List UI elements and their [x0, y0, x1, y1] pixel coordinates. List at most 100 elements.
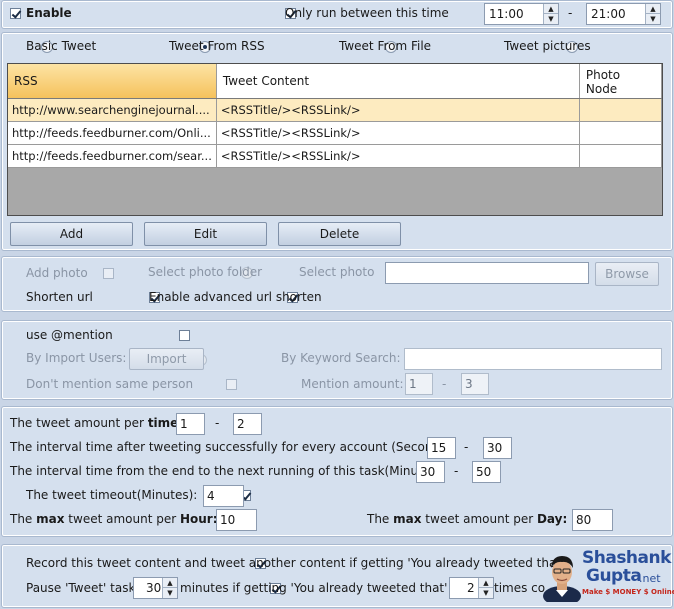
cell-content: <RSSTitle/><RSSLink/> [216, 98, 580, 122]
dont-mention-same-label: Don't mention same person [26, 377, 194, 391]
down-arrow-icon[interactable]: ▼ [544, 14, 558, 24]
amount-per-time-dash: - [215, 416, 220, 430]
max-day-pre: The [367, 512, 394, 526]
pause-label: Pause 'Tweet' task [26, 581, 136, 595]
mention-amount-max[interactable]: 3 [461, 373, 489, 395]
enable-checkbox[interactable] [10, 8, 21, 19]
up-arrow-icon[interactable]: ▲ [479, 578, 493, 588]
down-arrow-icon[interactable]: ▼ [163, 588, 177, 598]
watermark-suffix: .net [639, 572, 661, 585]
table-row[interactable]: http://www.searchenginejournal.... <RSST… [8, 98, 663, 122]
watermark-tagline: Make $ MONEY $ Online [582, 588, 674, 596]
end-time-value: 21:00 [591, 7, 626, 21]
up-arrow-icon[interactable]: ▲ [646, 4, 660, 14]
radio-select-photo-folder-label: Select photo folder [148, 265, 263, 279]
column-header-tweet-content[interactable]: Tweet Content [216, 64, 580, 99]
max-day-mid: tweet amount per [421, 512, 537, 526]
dont-mention-same-checkbox[interactable] [225, 379, 237, 390]
max-day-bold: max [393, 512, 422, 526]
radio-basic-tweet-label: Basic Tweet [26, 39, 97, 53]
radio-tweet-from-rss-label: Tweet From RSS [169, 39, 265, 53]
interval-success-min[interactable]: 15 [427, 437, 456, 459]
use-mention-checkbox[interactable] [179, 330, 191, 341]
watermark-line1: Shashank [582, 548, 671, 568]
cell-rss: http://feeds.feedburner.com/Onli... [8, 121, 217, 145]
keyword-search-input[interactable] [404, 348, 662, 370]
radio-by-import-users-label: By Import Users: [26, 351, 127, 365]
max-hour-bold2: Hour: [179, 512, 218, 526]
down-arrow-icon[interactable]: ▼ [479, 588, 493, 598]
cell-photo [579, 121, 663, 145]
radio-by-keyword-search-label: By Keyword Search: [281, 351, 401, 365]
pause-times-arrows[interactable]: ▲ ▼ [478, 578, 493, 598]
radio-select-photo-label: Select photo [299, 265, 375, 279]
cell-rss: http://feeds.feedburner.com/sear... [8, 144, 217, 168]
pause-minutes-value: 30 [146, 581, 162, 595]
shorten-url-label: Shorten url [26, 290, 93, 304]
interval-next-dash: - [454, 464, 459, 478]
interval-success-max[interactable]: 30 [483, 437, 512, 459]
pause-minutes-arrows[interactable]: ▲ ▼ [162, 578, 177, 598]
watermark-logo: Shashank Gupta .net Make $ MONEY $ Onlin… [542, 548, 674, 606]
pause-mid-label: minutes if getting 'You already tweeted … [180, 581, 468, 595]
end-time-arrows[interactable]: ▲ ▼ [645, 4, 660, 24]
interval-success-label: The interval time after tweeting success… [10, 440, 456, 454]
column-header-rss[interactable]: RSS [8, 64, 217, 99]
amount-per-time-max[interactable]: 2 [233, 413, 262, 435]
enable-label: Enable [26, 6, 72, 20]
start-time-stepper[interactable]: 11:00 ▲ ▼ [484, 3, 559, 25]
interval-next-max[interactable]: 50 [472, 461, 501, 483]
delete-button[interactable]: Delete [278, 222, 401, 246]
timeout-input[interactable]: 4 [203, 485, 244, 507]
amount-per-time-label: The tweet amount per time: [10, 416, 183, 430]
max-hour-pre: The [10, 512, 37, 526]
pause-minutes-stepper[interactable]: 30 ▲ ▼ [133, 577, 178, 599]
amount-per-time-min[interactable]: 1 [176, 413, 205, 435]
import-button[interactable]: Import [129, 348, 204, 370]
up-arrow-icon[interactable]: ▲ [544, 4, 558, 14]
interval-next-min[interactable]: 30 [416, 461, 445, 483]
table-row[interactable]: http://feeds.feedburner.com/sear... <RSS… [8, 144, 663, 168]
cell-content: <RSSTitle/><RSSLink/> [216, 121, 580, 145]
start-time-arrows[interactable]: ▲ ▼ [543, 4, 558, 24]
amount-per-time-text: The tweet amount per [10, 416, 148, 430]
start-time-value: 11:00 [489, 7, 524, 21]
advanced-shorten-label: Enable advanced url shorten [149, 290, 322, 304]
max-hour-label: The max tweet amount per Hour: [10, 512, 218, 526]
radio-tweet-from-file-label: Tweet From File [339, 39, 432, 53]
table-row[interactable]: http://feeds.feedburner.com/Onli... <RSS… [8, 121, 663, 145]
pause-times-stepper[interactable]: 2 ▲ ▼ [449, 577, 494, 599]
interval-success-dash: - [464, 440, 469, 454]
radio-tweet-pictures-label: Tweet pictures [504, 39, 591, 53]
cell-photo [579, 98, 663, 122]
only-run-label: Only run between this time [285, 6, 449, 20]
cell-rss: http://www.searchenginejournal.... [8, 98, 217, 122]
rss-table: RSS Tweet Content Photo Node http://www.… [7, 63, 663, 216]
max-day-input[interactable]: 80 [572, 509, 613, 531]
add-photo-checkbox[interactable] [102, 268, 114, 279]
interval-next-label: The interval time from the end to the ne… [10, 464, 446, 478]
mention-amount-label: Mention amount: [301, 377, 404, 391]
max-hour-bold: max [36, 512, 65, 526]
down-arrow-icon[interactable]: ▼ [646, 14, 660, 24]
max-day-label: The max tweet amount per Day: [367, 512, 567, 526]
add-photo-label: Add photo [26, 266, 88, 280]
up-arrow-icon[interactable]: ▲ [163, 578, 177, 588]
column-header-photo-node[interactable]: Photo Node [579, 64, 663, 99]
pause-times-value: 2 [467, 581, 475, 595]
browse-button[interactable]: Browse [595, 262, 659, 286]
avatar [542, 550, 582, 606]
max-day-bold2: Day: [536, 512, 568, 526]
edit-button[interactable]: Edit [144, 222, 267, 246]
mention-amount-min[interactable]: 1 [405, 373, 433, 395]
photo-path-input[interactable] [385, 262, 589, 284]
max-hour-input[interactable]: 10 [216, 509, 257, 531]
max-hour-mid: tweet amount per [64, 512, 180, 526]
pause-end-label: times co [494, 581, 546, 595]
cell-photo [579, 144, 663, 168]
record-label: Record this tweet content and tweet anot… [26, 556, 569, 570]
cell-content: <RSSTitle/><RSSLink/> [216, 144, 580, 168]
time-dash: - [568, 6, 573, 20]
end-time-stepper[interactable]: 21:00 ▲ ▼ [586, 3, 661, 25]
add-button[interactable]: Add [10, 222, 133, 246]
